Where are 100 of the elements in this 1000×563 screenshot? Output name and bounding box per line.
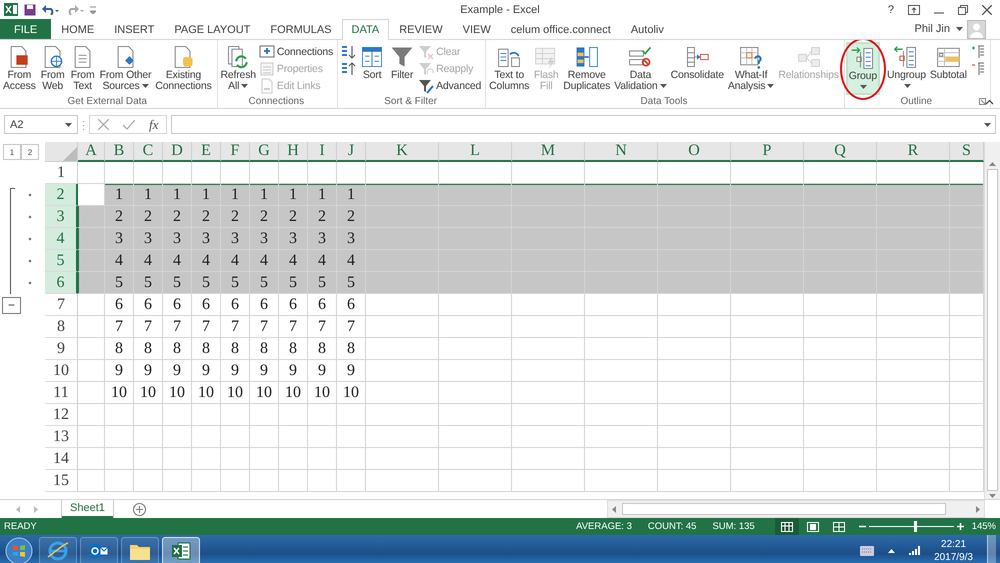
row-header[interactable]: 3 — [45, 206, 78, 228]
signal-icon[interactable] — [909, 546, 920, 555]
ribbon-button[interactable]: What-If Analysis — [726, 42, 776, 95]
ribbon-button[interactable]: Advanced — [417, 78, 482, 94]
ribbon-tab[interactable]: DATA — [342, 19, 390, 40]
ribbon-button[interactable]: From Access — [1, 42, 38, 95]
column-header[interactable]: L — [439, 142, 512, 162]
row-header[interactable]: 12 — [45, 404, 78, 426]
row-header[interactable]: 4 — [45, 228, 78, 250]
insert-function-button[interactable]: fx — [149, 116, 158, 132]
ribbon-button[interactable]: Consolidate — [668, 42, 726, 95]
ribbon-button[interactable]: From Web — [38, 42, 68, 95]
ribbon-button[interactable]: Remove Duplicates — [561, 42, 612, 95]
horizontal-scrollbar[interactable] — [607, 500, 985, 518]
row-header[interactable]: 9 — [45, 338, 78, 360]
scrollbar-thumb[interactable] — [622, 503, 946, 515]
account-name[interactable]: Phil Jin — [914, 23, 950, 35]
ribbon-button[interactable]: Ungroup — [884, 42, 928, 95]
ribbon-button[interactable]: Text to Columns — [487, 42, 532, 95]
vertical-scrollbar[interactable] — [984, 142, 1000, 499]
ribbon-tab[interactable]: REVIEW — [389, 19, 453, 40]
ribbon-button[interactable]: Existing Connections — [153, 42, 214, 95]
enter-icon[interactable] — [123, 120, 135, 130]
column-header[interactable]: P — [731, 142, 804, 162]
collapse-ribbon-icon[interactable] — [985, 99, 994, 105]
column-header[interactable]: G — [250, 142, 279, 162]
row-header[interactable]: 11 — [45, 382, 78, 404]
row-header[interactable]: 14 — [45, 448, 78, 470]
column-header[interactable]: F — [221, 142, 250, 162]
column-header[interactable]: B — [105, 142, 134, 162]
ribbon-button[interactable]: Sort — [357, 42, 388, 95]
show-hidden-icon[interactable] — [888, 548, 896, 552]
ribbon-button[interactable]: Connections — [258, 44, 334, 60]
column-header[interactable]: C — [134, 142, 163, 162]
spreadsheet-app-icon[interactable] — [162, 536, 200, 563]
scrollbar-thumb[interactable] — [987, 169, 998, 491]
folder-icon[interactable] — [121, 536, 159, 563]
scroll-down-icon[interactable] — [989, 494, 996, 498]
undo-icon[interactable] — [42, 4, 60, 14]
outline-level-button[interactable]: 1 — [3, 144, 21, 160]
row-header[interactable]: 15 — [45, 470, 78, 492]
sort-descending-icon[interactable] — [339, 61, 358, 77]
row-header[interactable]: 10 — [45, 360, 78, 382]
active-cell[interactable] — [78, 184, 105, 206]
sort-ascending-icon[interactable] — [339, 44, 358, 60]
zoom-level[interactable]: 145% — [972, 521, 996, 532]
zoom-out-icon[interactable] — [858, 523, 866, 530]
ribbon-tab[interactable]: PAGE LAYOUT — [164, 19, 260, 40]
ribbon-button[interactable]: From Other Sources — [98, 42, 154, 95]
add-sheet-icon[interactable] — [132, 502, 146, 516]
ribbon-button[interactable]: From Text — [68, 42, 98, 95]
column-header[interactable]: K — [366, 142, 439, 162]
column-header[interactable]: D — [163, 142, 192, 162]
column-header[interactable]: E — [192, 142, 221, 162]
save-icon[interactable] — [24, 4, 36, 16]
normal-view-icon[interactable] — [774, 518, 799, 535]
column-header[interactable]: I — [308, 142, 337, 162]
row-header[interactable]: 7 — [45, 294, 78, 316]
row-header[interactable]: 2 — [45, 184, 78, 206]
column-header[interactable]: S — [950, 142, 984, 162]
ribbon-tab[interactable]: FORMULAS — [260, 19, 342, 40]
column-header[interactable]: Q — [804, 142, 877, 162]
column-header[interactable]: N — [585, 142, 658, 162]
column-header[interactable]: O — [658, 142, 731, 162]
row-header[interactable]: 6 — [45, 272, 78, 294]
row-header[interactable]: 13 — [45, 426, 78, 448]
ribbon-tab[interactable]: VIEW — [452, 19, 501, 40]
row-header[interactable]: 8 — [45, 316, 78, 338]
scroll-right-icon[interactable] — [976, 506, 980, 512]
clock[interactable]: 22:21 2017/9/3 — [934, 538, 973, 562]
name-box[interactable]: A2 — [4, 115, 78, 134]
column-header[interactable]: R — [877, 142, 950, 162]
formula-input[interactable] — [171, 115, 996, 134]
help-button[interactable]: ? — [888, 4, 894, 16]
browser-icon[interactable] — [39, 536, 77, 563]
close-icon[interactable] — [982, 4, 992, 14]
customize-icon[interactable] — [90, 6, 96, 14]
collapse-button[interactable]: − — [2, 296, 21, 314]
sheet-tab[interactable]: Sheet1 — [62, 500, 113, 518]
zoom-thumb[interactable] — [914, 521, 917, 532]
outline-level-button[interactable]: 2 — [21, 144, 39, 160]
scroll-left-icon[interactable] — [612, 506, 616, 512]
ribbon-button[interactable]: Data Validation — [612, 42, 669, 95]
column-header[interactable]: H — [279, 142, 308, 162]
redo-icon[interactable] — [66, 4, 84, 14]
dialog-launcher-icon[interactable] — [978, 98, 986, 105]
restore-icon[interactable] — [958, 4, 968, 14]
ribbon-tab[interactable]: Autoliv — [620, 19, 674, 40]
ribbon-tab[interactable]: celum office.connect — [500, 19, 621, 40]
ribbon-button[interactable]: Subtotal — [928, 42, 969, 95]
ribbon-button[interactable]: Filter — [387, 42, 418, 95]
cancel-icon[interactable] — [98, 119, 109, 130]
ribbon-tab[interactable]: HOME — [51, 19, 104, 40]
column-header[interactable]: M — [512, 142, 585, 162]
ribbon-tab[interactable]: INSERT — [104, 19, 164, 40]
ribbon-tab[interactable]: FILE — [0, 19, 52, 39]
zoom-in-icon[interactable] — [956, 523, 964, 530]
ribbon-button[interactable]: Refresh All — [218, 42, 258, 95]
show-desktop-button[interactable] — [987, 535, 996, 563]
scroll-up-icon[interactable] — [989, 162, 996, 166]
